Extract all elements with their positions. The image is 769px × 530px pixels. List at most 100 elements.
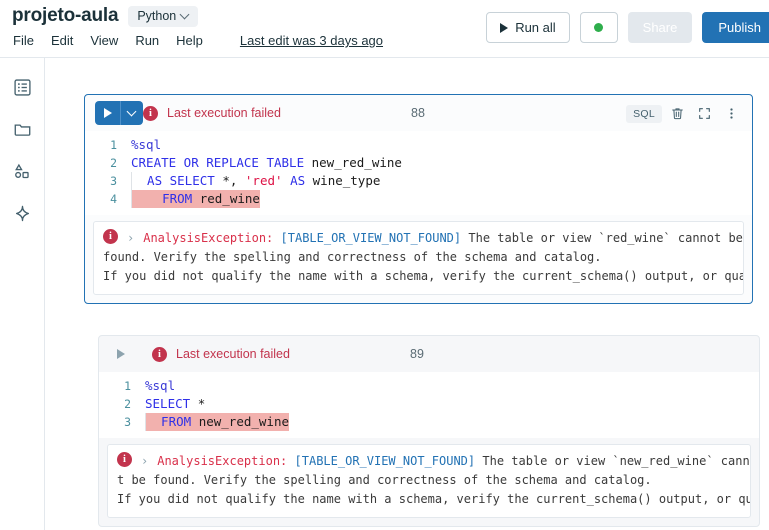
code-line: 1 %sql	[99, 377, 759, 395]
code-line: 1 %sql	[85, 136, 752, 154]
expand-traceback-chevron-icon[interactable]: ›	[139, 452, 150, 471]
menu-edit[interactable]: Edit	[51, 31, 83, 50]
code-token: AS	[282, 173, 313, 188]
run-options-chevron-icon[interactable]	[121, 101, 143, 125]
cell-2-output-header: i › AnalysisException: [TABLE_OR_VIEW_NO…	[117, 452, 750, 471]
cell-2-output-line-2: t be found. Verify the spelling and corr…	[117, 473, 652, 487]
code-line: 2 CREATE OR REPLACE TABLE new_red_wine	[85, 154, 752, 172]
run-all-button[interactable]: Run all	[486, 12, 570, 43]
menu-view[interactable]: View	[90, 31, 128, 50]
cell-1-output-line-2: found. Verify the spelling and correctne…	[103, 250, 602, 264]
line-number: 1	[124, 379, 131, 393]
menu-bar: File Edit View Run Help Last edit was 3 …	[13, 31, 383, 50]
publish-button[interactable]: Publish	[702, 12, 769, 43]
cell-1-tools: SQL	[626, 102, 743, 125]
menu-file[interactable]: File	[13, 31, 44, 50]
cell-2-code-editor[interactable]: 1 %sql 2 SELECT * 3 FROM new_red_wine	[99, 372, 759, 438]
code-line-error: 4 FROM red_wine	[85, 190, 752, 208]
publish-label: Publish	[718, 20, 761, 35]
error-message-rest: The table or view `new_red_wine` canno	[475, 454, 751, 468]
cell-1-output: i › AnalysisException: [TABLE_OR_VIEW_NO…	[93, 221, 744, 295]
share-button[interactable]: Share	[627, 12, 693, 43]
notebook-cell-1[interactable]: i Last execution failed 88 SQL 1 %sql 2 …	[84, 94, 753, 304]
language-label: Python	[137, 8, 177, 23]
status-dot-icon	[594, 23, 604, 32]
code-token: SELECT	[145, 396, 198, 411]
code-token: 'red'	[244, 173, 283, 188]
menu-run[interactable]: Run	[135, 31, 169, 50]
folder-icon[interactable]	[11, 118, 33, 140]
language-selector[interactable]: Python	[128, 5, 199, 27]
code-line: 3 AS SELECT *, 'red' AS wine_type	[85, 172, 752, 190]
code-token: new_red_wine	[198, 414, 289, 429]
error-message-rest: The table or view `red_wine` cannot be	[461, 231, 743, 245]
code-token: FROM	[146, 414, 199, 429]
cell-1-output-line-3: If you did not qualify the name with a s…	[103, 269, 744, 283]
expand-cell-icon[interactable]	[693, 102, 716, 125]
code-line: 2 SELECT *	[99, 395, 759, 413]
delete-cell-icon[interactable]	[666, 102, 689, 125]
error-code: [TABLE_OR_VIEW_NOT_FOUND]	[294, 454, 476, 468]
line-number: 2	[124, 397, 131, 411]
cell-2-toolbar: i Last execution failed 89	[99, 336, 759, 372]
sparkle-icon[interactable]	[11, 202, 33, 224]
line-number: 3	[124, 415, 131, 429]
last-edit-link[interactable]: Last edit was 3 days ago	[240, 33, 383, 48]
left-sidebar	[0, 58, 45, 530]
code-token: %sql	[145, 378, 176, 393]
cell-2-output-line-3: If you did not qualify the name with a s…	[117, 492, 751, 506]
code-token: wine_type	[312, 173, 381, 188]
code-token: CREATE OR REPLACE TABLE	[131, 155, 312, 170]
play-icon	[117, 349, 125, 359]
notebook-title: projeto-aula	[12, 5, 119, 26]
cell-2-output: i › AnalysisException: [TABLE_OR_VIEW_NO…	[107, 444, 751, 518]
code-token: ,	[229, 173, 245, 188]
cell-2-output-line-1: AnalysisException: [TABLE_OR_VIEW_NOT_FO…	[157, 452, 751, 471]
error-status-icon: i	[152, 346, 167, 362]
cell-1-execution-status: Last execution failed	[167, 106, 281, 120]
cell-more-menu-icon[interactable]	[720, 102, 743, 125]
play-icon	[500, 22, 509, 33]
cell-1-output-line-1: AnalysisException: [TABLE_OR_VIEW_NOT_FO…	[143, 229, 743, 248]
notebook-cell-2[interactable]: i Last execution failed 89 1 %sql 2 SELE…	[98, 335, 760, 527]
cell-1-toolbar: i Last execution failed 88 SQL	[85, 95, 752, 131]
chevron-down-icon	[181, 11, 190, 20]
error-status-icon: i	[103, 229, 118, 244]
cell-1-code-editor[interactable]: 1 %sql 2 CREATE OR REPLACE TABLE new_red…	[85, 131, 752, 215]
code-token: red_wine	[199, 191, 260, 206]
error-status-icon: i	[117, 452, 132, 467]
notebook-canvas: i Last execution failed 88 SQL 1 %sql 2 …	[45, 58, 769, 530]
expand-traceback-chevron-icon[interactable]: ›	[125, 229, 136, 248]
code-token: AS SELECT	[132, 173, 223, 188]
cell-language-badge[interactable]: SQL	[626, 104, 662, 123]
line-number: 3	[110, 174, 117, 188]
exception-name: AnalysisException:	[143, 231, 274, 245]
cell-1-output-header: i › AnalysisException: [TABLE_OR_VIEW_NO…	[103, 229, 743, 248]
cell-2-execution-status: Last execution failed	[176, 347, 290, 361]
data-shapes-icon[interactable]	[11, 160, 33, 182]
run-all-label: Run all	[515, 20, 556, 35]
run-cell-button[interactable]	[95, 101, 143, 125]
title-row: projeto-aula Python	[12, 5, 199, 27]
code-token: *	[197, 396, 206, 411]
error-status-icon: i	[143, 105, 158, 121]
cell-1-execution-number: 88	[411, 106, 425, 120]
share-label: Share	[642, 20, 678, 35]
code-token: new_red_wine	[311, 155, 402, 170]
cluster-status-button[interactable]	[579, 12, 618, 43]
line-number: 4	[110, 192, 117, 206]
notebook-header: projeto-aula Python File Edit View Run H…	[0, 0, 769, 58]
toc-icon[interactable]	[11, 76, 33, 98]
line-number: 1	[110, 138, 117, 152]
play-icon	[95, 101, 121, 125]
code-token: %sql	[131, 137, 162, 152]
line-number: 2	[110, 156, 117, 170]
error-code: [TABLE_OR_VIEW_NOT_FOUND]	[280, 231, 462, 245]
code-token: *	[222, 173, 230, 188]
header-actions: Run all Share Publish	[486, 12, 769, 43]
cell-2-execution-number: 89	[410, 347, 424, 361]
exception-name: AnalysisException:	[157, 454, 288, 468]
run-cell-button[interactable]	[109, 349, 133, 359]
menu-help[interactable]: Help	[176, 31, 213, 50]
code-line-error: 3 FROM new_red_wine	[99, 413, 759, 431]
